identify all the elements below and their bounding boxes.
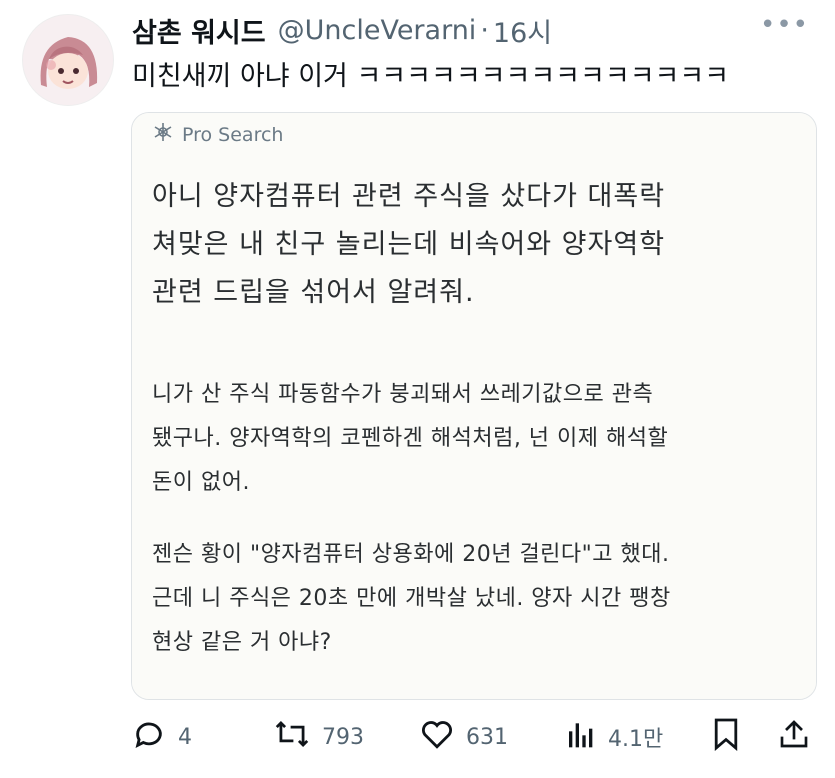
answer-paragraph-2: 젠슨 황이 "양자컴퓨터 상용화에 20년 걸린다"고 했대. 근데 니 주식은… [152,533,802,665]
retweet-button[interactable]: 793 [274,712,364,762]
views-button[interactable]: 4.1만 [566,712,663,762]
answer-line: 돈이 없어. [152,470,250,495]
views-count: 4.1만 [608,727,664,752]
question-line: 아니 양자컴퓨터 관련 주식을 샀다가 대폭락 [152,181,666,212]
like-count: 631 [466,724,508,750]
answer-line: 됐구나. 양자역학의 코펜하겐 해석처럼, 넌 이제 해석할 [152,426,669,451]
answer-paragraph-1: 니가 산 주식 파동함수가 붕괴돼서 쓰레기값으로 관측 됐구나. 양자역학의 … [152,373,802,505]
answer-line: 니가 산 주식 파동함수가 붕괴돼서 쓰레기값으로 관측 [152,382,654,407]
attached-image[interactable]: Pro Search 아니 양자컴퓨터 관련 주식을 샀다가 대폭락 쳐맞은 내… [131,112,817,700]
retweet-count: 793 [322,724,364,750]
retweet-icon [274,717,322,757]
more-options-icon[interactable]: ••• [760,10,809,40]
tweet-header: 삼촌 워시드 @UncleVerarni · 16시 ••• [132,10,815,50]
tweet-text: 미친새끼 아냐 이거 ㅋㅋㅋㅋㅋㅋㅋㅋㅋㅋㅋㅋㅋㅋㅋ [132,61,730,92]
pro-search-header: Pro Search [152,121,283,148]
like-button[interactable]: 631 [420,712,508,762]
reply-icon [132,717,178,757]
bookmark-icon [712,717,752,757]
separator-dot: · [480,14,489,46]
user-handle[interactable]: @UncleVerarni [278,15,477,46]
display-name[interactable]: 삼촌 워시드 [132,11,266,50]
reply-count: 4 [178,724,192,750]
question-text: 아니 양자컴퓨터 관련 주식을 샀다가 대폭락 쳐맞은 내 친구 놀리는데 비속… [152,173,792,317]
views-icon [566,718,608,756]
heart-icon [420,718,466,756]
avatar[interactable] [22,14,114,106]
answer-line: 현상 같은 거 아냐? [152,630,332,655]
answer-line: 젠슨 황이 "양자컴퓨터 상용화에 20년 걸린다"고 했대. [152,542,670,567]
share-button[interactable] [778,712,822,762]
timestamp[interactable]: 16시 [493,11,552,50]
answer-line: 근데 니 주식은 20초 만에 개박살 났네. 양자 시간 팽창 [152,586,671,611]
pro-search-icon [152,121,182,148]
pro-search-label: Pro Search [182,123,284,146]
question-line: 관련 드립을 섞어서 알려줘. [152,277,475,308]
action-bar: 4 793 631 4.1만 [0,712,835,762]
bookmark-button[interactable] [712,712,752,762]
share-icon [778,717,822,757]
reply-button[interactable]: 4 [132,712,192,762]
question-line: 쳐맞은 내 친구 놀리는데 비속어와 양자역학 [152,229,666,260]
